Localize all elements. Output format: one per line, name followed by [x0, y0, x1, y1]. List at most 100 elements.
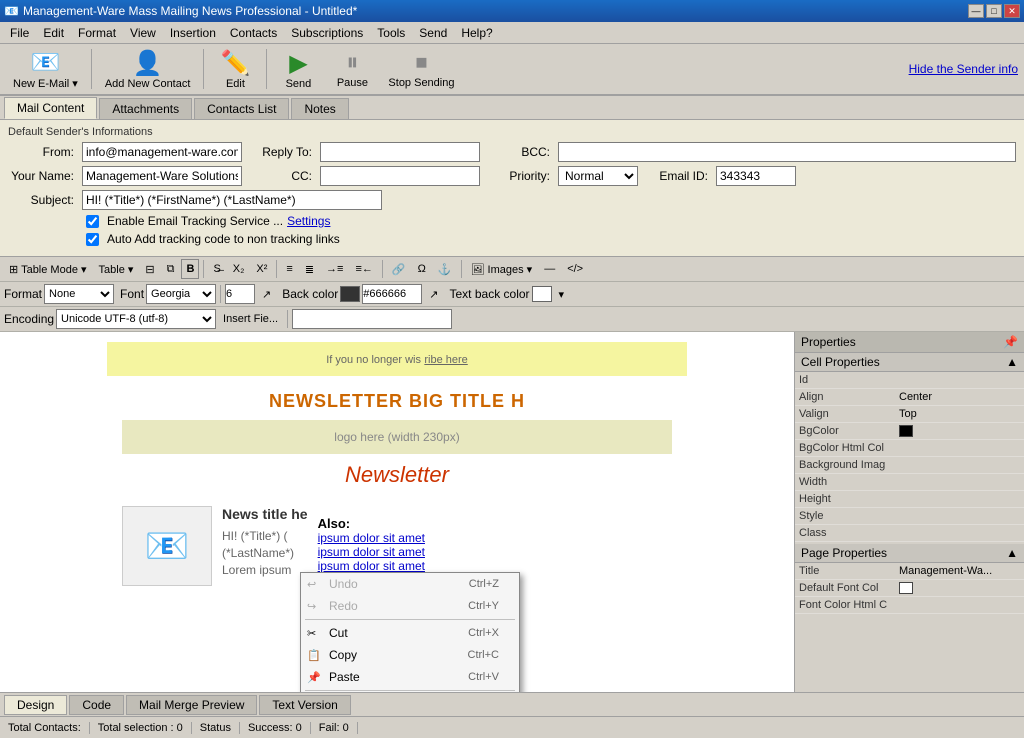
table-button[interactable]: Table ▾ [94, 259, 139, 279]
bottom-tab-code[interactable]: Code [69, 695, 124, 715]
menu-contacts[interactable]: Contacts [224, 24, 283, 42]
bottom-tab-mail-merge[interactable]: Mail Merge Preview [126, 695, 257, 715]
prop-row-height: Height [795, 491, 1024, 508]
toolbar-toggle-button[interactable]: ⊟ [140, 259, 159, 279]
text-back-color-expand[interactable]: ▾ [554, 284, 570, 304]
back-color-expand[interactable]: ↗ [424, 284, 443, 304]
from-input[interactable] [82, 142, 242, 162]
toolbar: 📧 New E-Mail ▾ 👤 Add New Contact ✏️ Edit… [0, 44, 1024, 96]
link-button[interactable]: 🔗 [387, 259, 411, 279]
images-button[interactable]: 🖼 Images ▾ [466, 259, 538, 279]
sender-text: HI! (*Title*) ( [222, 528, 308, 545]
source-button[interactable]: </> [562, 259, 588, 279]
subject-input[interactable] [82, 190, 382, 210]
cc-input[interactable] [320, 166, 480, 186]
bcc-input[interactable] [558, 142, 1016, 162]
menu-edit[interactable]: Edit [37, 24, 70, 42]
reply-to-input[interactable] [320, 142, 480, 162]
properties-pin-icon[interactable]: 📌 [1003, 335, 1018, 349]
subscript-button[interactable]: X₂ [228, 259, 250, 279]
also-link-2[interactable]: ipsum dolor sit amet [318, 545, 425, 559]
back-color-input[interactable] [362, 284, 422, 304]
strikethrough-button[interactable]: S̶ [208, 259, 225, 279]
hide-sender-link[interactable]: Hide the Sender info [909, 62, 1018, 76]
ctx-undo[interactable]: ↩ Undo Ctrl+Z [301, 573, 519, 595]
menu-format[interactable]: Format [72, 24, 122, 42]
tab-contacts-list[interactable]: Contacts List [194, 98, 289, 119]
bottom-tab-text-version[interactable]: Text Version [259, 695, 350, 715]
indent-button[interactable]: →≡ [321, 259, 348, 279]
page-properties-header[interactable]: Page Properties ▲ [795, 544, 1024, 563]
page-prop-title-value: Management-Wa... [895, 563, 1024, 580]
ctx-cut-label: Cut [329, 626, 348, 640]
tab-mail-content[interactable]: Mail Content [4, 97, 97, 119]
table-mode-button[interactable]: ⊞ Table Mode ▾ [4, 259, 92, 279]
menu-subscriptions[interactable]: Subscriptions [285, 24, 369, 42]
edit-icon: ✏️ [220, 49, 250, 78]
format-select[interactable]: None [44, 284, 114, 304]
menu-insertion[interactable]: Insertion [164, 24, 222, 42]
new-email-button[interactable]: 📧 New E-Mail ▾ [6, 45, 85, 93]
news-image: 📧 [122, 506, 212, 586]
font-size-input[interactable] [225, 284, 255, 304]
link-url-input[interactable] [292, 309, 452, 329]
special-chars-button[interactable]: Ω [413, 259, 431, 279]
et-btn-copy[interactable]: ⧉ [162, 259, 180, 279]
outdent-button[interactable]: ≡← [350, 259, 377, 279]
email-id-label: Email ID: [642, 169, 712, 183]
superscript-button[interactable]: X² [251, 259, 272, 279]
anchor-button[interactable]: ⚓ [433, 259, 457, 279]
prop-id-value[interactable] [895, 372, 1024, 389]
stop-button[interactable]: ⏹ Stop Sending [381, 46, 461, 92]
ctx-cut[interactable]: ✂ Cut Ctrl+X [301, 622, 519, 644]
your-name-input[interactable] [82, 166, 242, 186]
bgcolor-swatch[interactable] [899, 425, 913, 437]
cell-properties-collapse-icon: ▲ [1006, 355, 1018, 369]
email-id-input[interactable] [716, 166, 796, 186]
menu-view[interactable]: View [124, 24, 162, 42]
ctx-paste[interactable]: 📌 Paste Ctrl+V [301, 666, 519, 688]
hr-button[interactable]: — [539, 259, 560, 279]
also-link-1[interactable]: ipsum dolor sit amet [318, 531, 425, 545]
edit-button[interactable]: ✏️ Edit [210, 46, 260, 93]
page-properties-title: Page Properties [801, 546, 887, 560]
also-link-3[interactable]: ipsum dolor sit amet [318, 559, 425, 573]
font-size-expand[interactable]: ↗ [257, 284, 276, 304]
menu-help[interactable]: Help? [455, 24, 498, 42]
minimize-button[interactable]: — [968, 4, 984, 18]
prop-width-value [895, 474, 1024, 491]
add-contact-button[interactable]: 👤 Add New Contact [98, 46, 198, 93]
font-col-swatch[interactable] [899, 582, 913, 594]
insert-field-button[interactable]: Insert Fie... [218, 309, 283, 329]
prop-row-bg-image: Background Imag [795, 457, 1024, 474]
maximize-button[interactable]: □ [986, 4, 1002, 18]
tracking-checkbox[interactable] [86, 215, 99, 228]
tracking-settings-link[interactable]: Settings [287, 214, 330, 228]
ul-button[interactable]: ≣ [300, 259, 319, 279]
menu-send[interactable]: Send [413, 24, 453, 42]
et-sep-6 [287, 310, 288, 328]
ctx-redo[interactable]: ↪ Redo Ctrl+Y [301, 595, 519, 617]
editor-container: If you no longer wis ribe here NEWSLETTE… [0, 332, 1024, 692]
menu-file[interactable]: File [4, 24, 35, 42]
priority-select[interactable]: Normal Low High [558, 166, 638, 186]
ctx-copy[interactable]: 📋 Copy Ctrl+C [301, 644, 519, 666]
pause-button[interactable]: ⏸ Pause [327, 46, 377, 92]
encoding-label: Encoding [4, 312, 54, 326]
bold-button[interactable]: B [181, 259, 199, 279]
undo-icon: ↩ [307, 578, 316, 591]
close-button[interactable]: ✕ [1004, 4, 1020, 18]
menu-tools[interactable]: Tools [371, 24, 411, 42]
priority-label: Priority: [484, 169, 554, 183]
tab-notes[interactable]: Notes [291, 98, 348, 119]
auto-tracking-checkbox[interactable] [86, 233, 99, 246]
et-sep-1 [203, 260, 204, 278]
tab-attachments[interactable]: Attachments [99, 98, 192, 119]
cell-properties-header[interactable]: Cell Properties ▲ [795, 353, 1024, 372]
subscribe-link[interactable]: ribe here [424, 354, 467, 366]
bottom-tab-design[interactable]: Design [4, 695, 67, 715]
ol-button[interactable]: ≡ [281, 259, 297, 279]
encoding-select[interactable]: Unicode UTF-8 (utf-8) [56, 309, 216, 329]
font-select[interactable]: Georgia [146, 284, 216, 304]
send-button[interactable]: ▶ Send [273, 46, 323, 93]
